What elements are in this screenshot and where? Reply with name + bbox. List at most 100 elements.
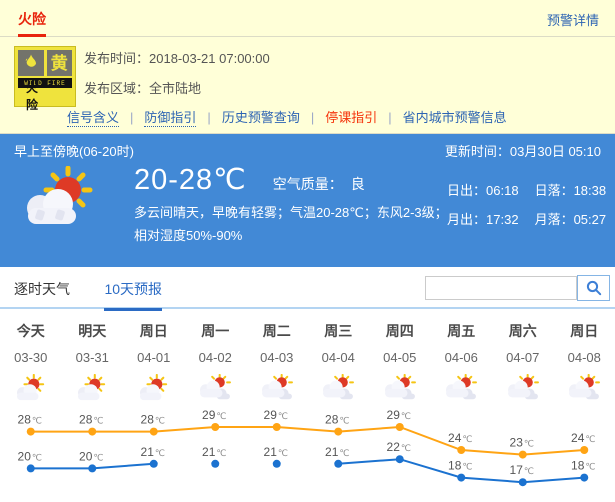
ten-day-forecast: 今天明天周日周一周二周三周四周五周六周日 03-3003-3104-0104-0… — [0, 321, 615, 502]
high-temp-point — [334, 428, 342, 436]
day-date: 03-31 — [62, 350, 124, 365]
sunset-value: 18:38 — [574, 183, 607, 198]
link-separator: | — [130, 110, 133, 125]
tab-hourly-weather[interactable]: 逐时天气 — [14, 279, 70, 299]
day-date: 04-01 — [123, 350, 185, 365]
flame-icon — [18, 50, 44, 76]
moonrise-label: 月出： — [447, 212, 486, 227]
day-date: 04-03 — [246, 350, 308, 365]
high-temp-label: 28℃ — [18, 413, 42, 427]
high-temp-point — [88, 428, 96, 436]
high-temp-point — [150, 428, 158, 436]
high-temp-point — [211, 423, 219, 431]
link-defense-guide[interactable]: 防御指引 — [144, 110, 196, 127]
sunrise-label: 日出： — [447, 183, 486, 198]
high-temp-label: 24℃ — [571, 431, 595, 445]
low-temp-label: 18℃ — [571, 459, 595, 473]
publish-time-value: 2018-03-21 07:00:00 — [149, 51, 270, 66]
publish-area-value: 全市陆地 — [149, 81, 201, 96]
weather-description: 多云间晴天，早晚有轻雾；气温20-28℃；东风2-3级；相对湿度50%-90% — [134, 201, 450, 247]
day-name-row: 今天明天周日周一周二周三周四周五周六周日 — [0, 321, 615, 341]
low-temp-point — [27, 464, 35, 472]
link-province-warnings[interactable]: 省内城市预警信息 — [403, 110, 507, 125]
temperature-range: 20-28℃ — [134, 162, 247, 197]
day-date: 04-06 — [431, 350, 493, 365]
air-quality-value: 良 — [351, 176, 365, 192]
low-temp-point — [273, 460, 281, 468]
high-temp-label: 23℃ — [510, 436, 534, 450]
low-temp-label: 21℃ — [264, 445, 288, 459]
cloud-sun-icon — [308, 372, 370, 404]
link-separator: | — [311, 110, 314, 125]
low-temp-point — [334, 460, 342, 468]
tab-ten-day-forecast[interactable]: 10天预报 — [104, 279, 162, 311]
air-quality-label: 空气质量： — [273, 176, 343, 192]
low-temp-label: 18℃ — [448, 459, 472, 473]
low-temp-point — [519, 478, 527, 486]
high-temp-point — [519, 451, 527, 459]
day-name: 周日 — [554, 321, 615, 341]
low-temp-point — [580, 474, 588, 482]
low-temp-point — [211, 460, 219, 468]
day-name: 周六 — [492, 321, 554, 341]
search-button[interactable] — [577, 275, 610, 301]
low-temp-label: 17℃ — [510, 463, 534, 477]
tab-fire-risk[interactable]: 火险 — [18, 9, 46, 37]
high-temp-point — [396, 423, 404, 431]
day-name: 今天 — [0, 321, 62, 341]
cloud-sun-icon — [369, 372, 431, 404]
cloud-sun-icon — [554, 372, 615, 404]
low-temp-label: 22℃ — [387, 440, 411, 454]
day-name: 周三 — [308, 321, 370, 341]
current-weather-panel: 早上至傍晚(06-20时) 更新时间：03月30日 05:10 — [0, 134, 615, 267]
day-date: 04-07 — [492, 350, 554, 365]
day-date-row: 03-3003-3104-0104-0204-0304-0404-0504-06… — [0, 350, 615, 365]
sun-cloud-icon — [62, 372, 124, 404]
link-signal-meaning[interactable]: 信号含义 — [67, 110, 119, 127]
sunrise-value: 06:18 — [486, 183, 519, 198]
warning-detail-link[interactable]: 预警详情 — [547, 10, 599, 29]
sun-cloud-icon — [16, 166, 106, 233]
low-temp-point — [396, 455, 404, 463]
cloud-sun-icon — [492, 372, 554, 404]
link-separator: | — [207, 110, 210, 125]
link-class-suspension[interactable]: 停课指引 — [325, 110, 377, 125]
link-history-query[interactable]: 历史预警查询 — [222, 110, 300, 125]
sun-cloud-icon — [0, 372, 62, 404]
high-temp-point — [273, 423, 281, 431]
cloud-sun-icon — [246, 372, 308, 404]
day-name: 周五 — [431, 321, 493, 341]
high-temp-label: 29℃ — [387, 408, 411, 422]
high-temp-point — [457, 446, 465, 454]
cloud-sun-icon — [185, 372, 247, 404]
search-icon — [586, 280, 602, 296]
sun-cloud-icon — [123, 372, 185, 404]
high-temp-label: 28℃ — [141, 413, 165, 427]
period-banner: 早上至傍晚(06-20时) 更新时间：03月30日 05:10 — [0, 134, 615, 160]
high-temp-label: 29℃ — [264, 408, 288, 422]
day-name: 周四 — [369, 321, 431, 341]
badge-title: 火 险 — [18, 89, 72, 103]
wild-fire-badge: 黄 WILD FIRE 火 险 — [14, 46, 76, 107]
day-name: 周日 — [123, 321, 185, 341]
warning-links: 信号含义|防御指引|历史预警查询|停课指引|省内城市预警信息 — [67, 107, 507, 126]
sunset-label: 日落： — [535, 183, 574, 198]
low-temp-label: 21℃ — [141, 445, 165, 459]
temperature-trend-chart: 28℃28℃28℃29℃29℃28℃29℃24℃23℃24℃20℃20℃21℃2… — [0, 406, 615, 502]
warning-section: 黄 WILD FIRE 火 险 发布时间：2018-03-21 07:00:00… — [0, 37, 615, 134]
high-temp-point — [580, 446, 588, 454]
day-name: 周二 — [246, 321, 308, 341]
moonset-label: 月落： — [535, 212, 574, 227]
day-date: 04-04 — [308, 350, 370, 365]
high-temp-point — [27, 428, 35, 436]
warning-info: 发布时间：2018-03-21 07:00:00 发布区域：全市陆地 — [84, 48, 270, 108]
period-text: 早上至傍晚(06-20时) — [14, 141, 134, 160]
badge-level-char: 黄 — [51, 55, 68, 72]
day-date: 04-08 — [554, 350, 615, 365]
day-name: 明天 — [62, 321, 124, 341]
low-temp-point — [150, 460, 158, 468]
publish-area-label: 发布区域： — [84, 81, 149, 96]
moonset-value: 05:27 — [574, 212, 607, 227]
search-input[interactable] — [425, 276, 577, 300]
low-temp-label: 21℃ — [202, 445, 226, 459]
